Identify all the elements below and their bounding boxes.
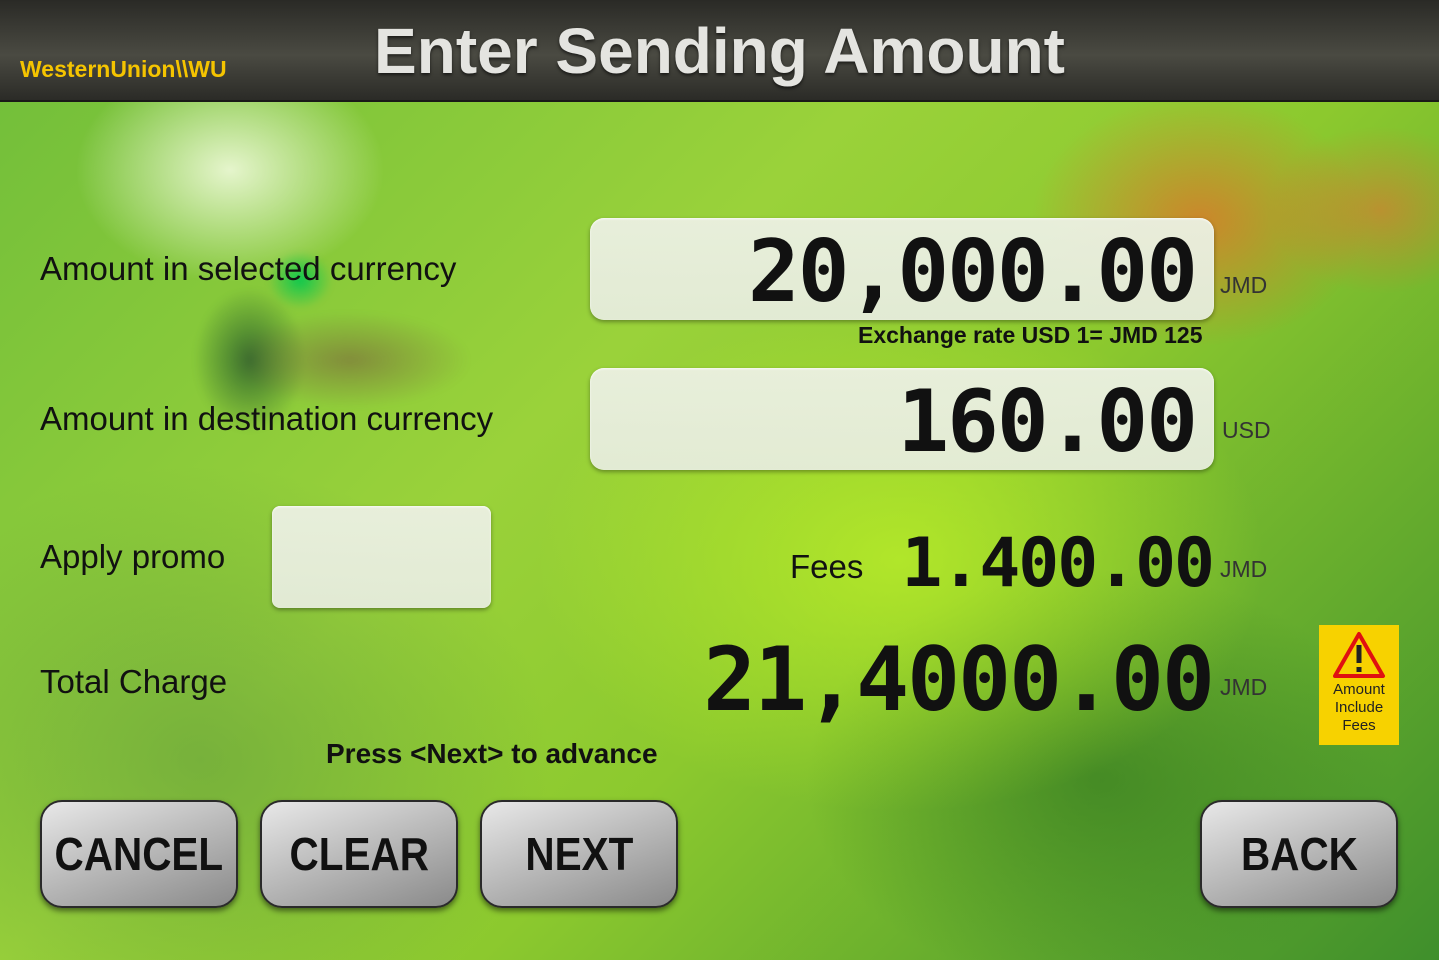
cancel-button-label: CANCEL	[54, 828, 224, 880]
total-currency-code: JMD	[1220, 674, 1268, 700]
warning-text-line-1: Amount	[1333, 681, 1385, 698]
page-title: Enter Sending Amount	[374, 15, 1065, 87]
back-button[interactable]: BACK	[1200, 800, 1398, 908]
destination-amount-value: 160.00	[897, 372, 1198, 472]
next-button[interactable]: NEXT	[480, 800, 678, 908]
selected-currency-label: Amount in selected currency	[40, 250, 457, 287]
warning-text-line-3: Fees	[1342, 717, 1376, 734]
header-bar: WesternUnion\\WU Enter Sending Amount	[0, 0, 1439, 102]
destination-currency-code: USD	[1222, 417, 1271, 443]
selected-amount-value: 20,000.00	[748, 222, 1198, 322]
amount-include-fees-badge: Amount Include Fees	[1319, 625, 1399, 745]
warning-triangle-icon	[1333, 632, 1385, 678]
exchange-rate-text: Exchange rate USD 1= JMD 125	[858, 322, 1203, 348]
next-button-label: NEXT	[525, 828, 633, 880]
destination-amount-field[interactable]: 160.00	[590, 368, 1214, 472]
next-hint-text: Press <Next> to advance	[326, 738, 658, 769]
fees-amount: 1.400.00	[901, 524, 1215, 603]
selected-amount-field[interactable]: 20,000.00	[590, 218, 1214, 322]
back-button-label: BACK	[1240, 828, 1358, 880]
clear-button[interactable]: CLEAR	[260, 800, 458, 908]
selected-currency-code: JMD	[1220, 272, 1268, 298]
fees-label: Fees	[790, 548, 864, 585]
total-charge-amount: 21,4000.00	[703, 628, 1215, 731]
warning-text-line-2: Include	[1334, 699, 1384, 716]
cancel-button[interactable]: CANCEL	[40, 800, 238, 908]
fees-currency-code: JMD	[1220, 556, 1268, 582]
total-charge-label: Total Charge	[40, 663, 228, 700]
promo-label: Apply promo	[40, 538, 226, 575]
destination-currency-label: Amount in destination currency	[40, 400, 494, 437]
promo-input[interactable]	[272, 506, 491, 608]
clear-button-label: CLEAR	[289, 828, 429, 880]
